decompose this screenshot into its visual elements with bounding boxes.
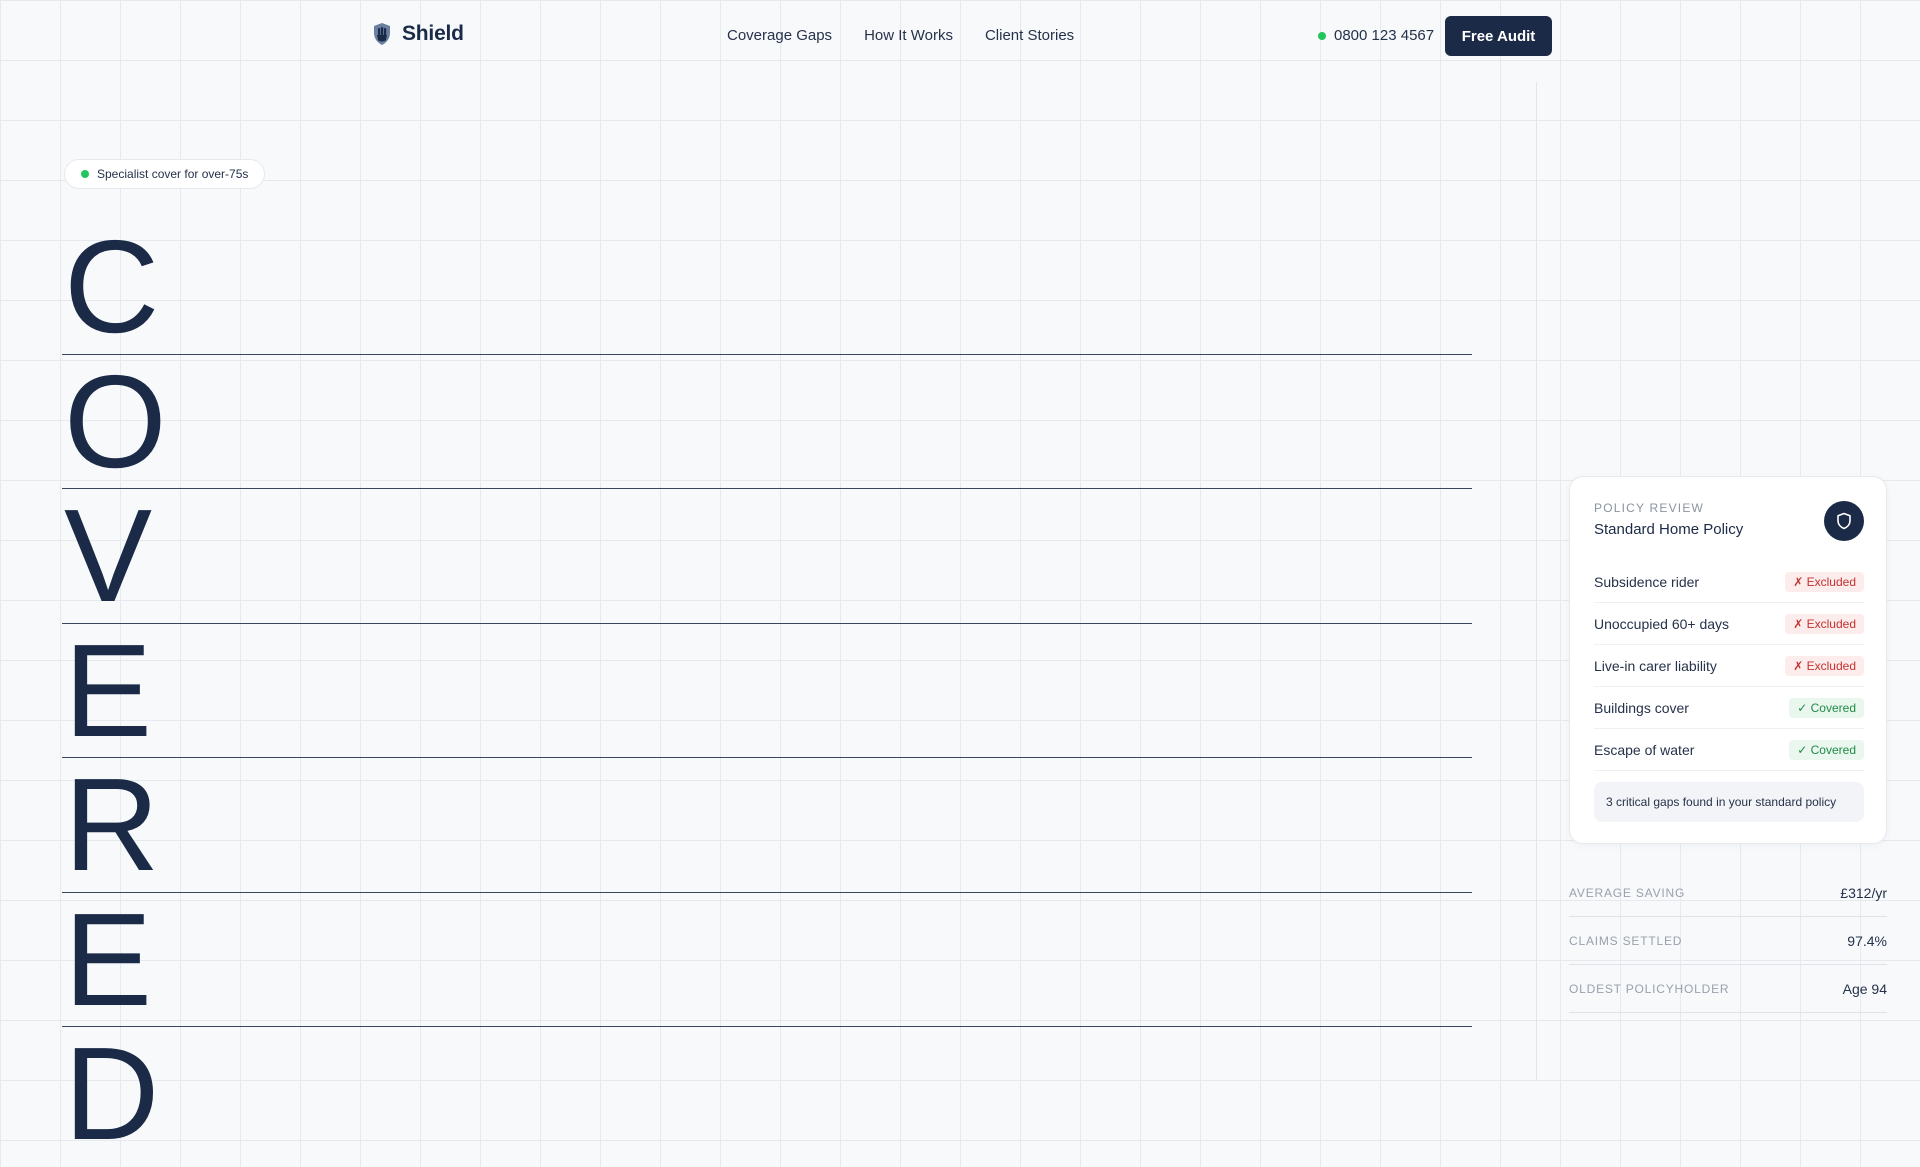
headline-row: C [62, 220, 1472, 355]
headline-row: V [62, 489, 1472, 624]
phone-number: 0800 123 4567 [1334, 27, 1435, 44]
stat-label: AVERAGE SAVING [1569, 885, 1686, 900]
nav-coverage-gaps[interactable]: Coverage Gaps [727, 27, 832, 44]
stat-row: AVERAGE SAVING £312/yr [1569, 869, 1887, 917]
headline-letter: C [64, 213, 160, 360]
headline-letter: V [64, 482, 153, 629]
headline-letter: E [64, 616, 153, 764]
badge-dot-icon [81, 170, 89, 178]
hero-headline: C O V E R E D [62, 220, 1472, 1161]
stat-value: Age 94 [1842, 980, 1887, 997]
headline-row: O [62, 347, 1472, 495]
coverage-label: Escape of water [1594, 741, 1695, 758]
nav-client-stories[interactable]: Client Stories [985, 27, 1074, 44]
coverage-label: Unoccupied 60+ days [1594, 615, 1730, 632]
headline-letter: E [64, 885, 153, 1033]
hand-shield-logo-icon [374, 23, 390, 45]
stat-value: 97.4% [1847, 932, 1887, 949]
status-badge: ✗ Excluded [1785, 571, 1864, 592]
brand-logo[interactable]: Shield [372, 22, 464, 46]
card-title: Standard Home Policy [1594, 521, 1744, 538]
gaps-summary: 3 critical gaps found in your standard p… [1594, 782, 1864, 822]
status-badge: ✓ Covered [1789, 697, 1864, 718]
status-badge: ✓ Covered [1789, 739, 1864, 760]
coverage-label: Live-in carer liability [1594, 657, 1717, 674]
site-header: Shield Coverage Gaps How It Works Client… [0, 0, 1920, 72]
hero-badge: Specialist cover for over-75s [64, 159, 266, 189]
policy-review-card: POLICY REVIEW Standard Home Policy Subsi… [1569, 476, 1887, 844]
hero-badge-text: Specialist cover for over-75s [97, 167, 249, 181]
coverage-row: Unoccupied 60+ days ✗ Excluded [1594, 603, 1864, 645]
coverage-label: Subsidence rider [1594, 573, 1700, 590]
coverage-row: Escape of water ✓ Covered [1594, 729, 1864, 771]
brand-name: Shield [402, 22, 464, 45]
coverage-row: Buildings cover ✓ Covered [1594, 687, 1864, 729]
coverage-row: Live-in carer liability ✗ Excluded [1594, 645, 1864, 687]
shield-icon-glyph [1837, 512, 1851, 530]
coverage-label: Buildings cover [1594, 699, 1689, 716]
stat-label: CLAIMS SETTLED [1569, 933, 1683, 948]
status-badge: ✗ Excluded [1785, 613, 1864, 634]
column-divider [1536, 82, 1537, 1080]
headline-row: E [62, 616, 1472, 764]
stat-label: OLDEST POLICYHOLDER [1569, 981, 1730, 996]
headline-letter: D [64, 1020, 160, 1167]
coverage-row: Subsidence rider ✗ Excluded [1594, 561, 1864, 603]
status-badge: ✗ Excluded [1785, 655, 1864, 676]
stats-list: AVERAGE SAVING £312/yr CLAIMS SETTLED 97… [1569, 869, 1887, 1013]
headline-row: E [62, 885, 1472, 1033]
free-audit-button[interactable]: Free Audit [1445, 16, 1552, 56]
nav-how-it-works[interactable]: How It Works [864, 27, 953, 44]
coverage-list: Subsidence rider ✗ Excluded Unoccupied 6… [1594, 561, 1864, 771]
card-eyebrow: POLICY REVIEW [1594, 501, 1705, 515]
stat-value: £312/yr [1840, 884, 1887, 901]
phone-contact[interactable]: 0800 123 4567 [1318, 27, 1434, 44]
main-nav: Coverage Gaps How It Works Client Storie… [727, 27, 1074, 44]
headline-row: D [62, 1027, 1472, 1161]
shield-icon[interactable] [1824, 501, 1864, 541]
online-status-dot-icon [1318, 31, 1326, 40]
headline-letter: R [64, 751, 160, 898]
headline-letter: O [64, 347, 167, 495]
stat-row: OLDEST POLICYHOLDER Age 94 [1569, 965, 1887, 1013]
stat-row: CLAIMS SETTLED 97.4% [1569, 917, 1887, 965]
headline-row: R [62, 758, 1472, 893]
